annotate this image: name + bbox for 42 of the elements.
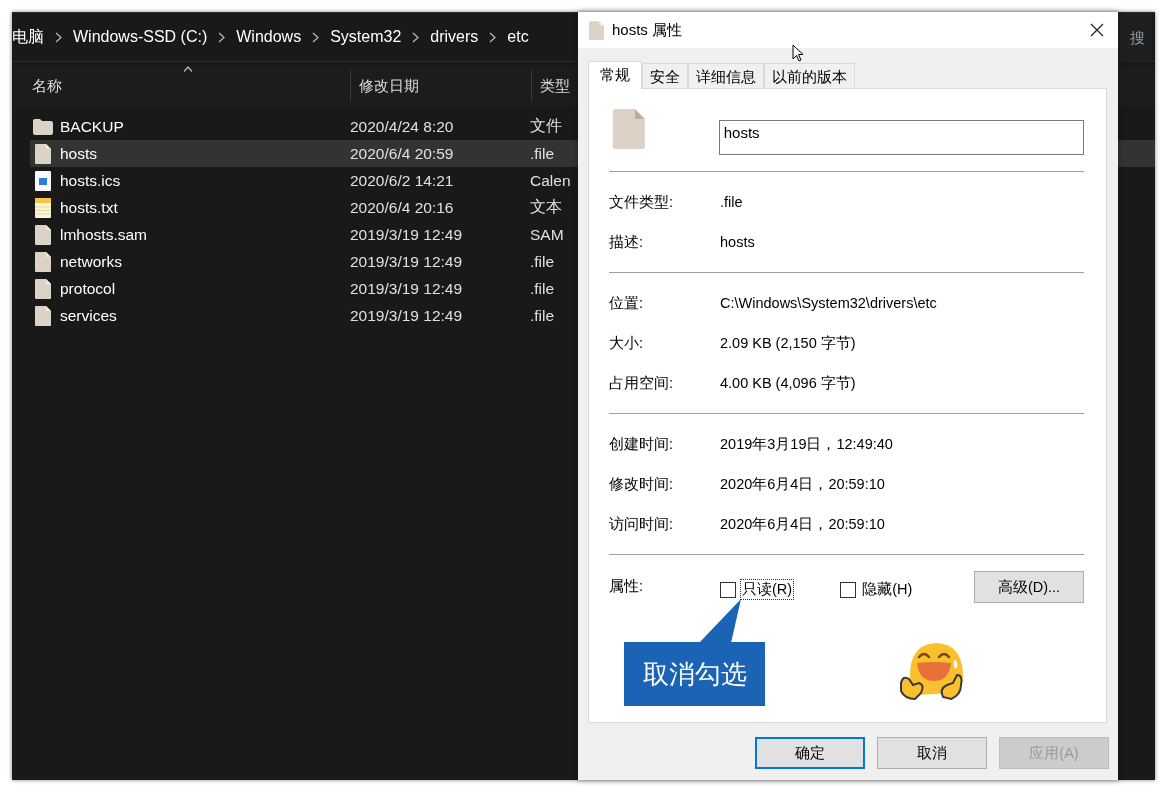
property-label: 修改时间: (609, 474, 675, 494)
property-value: C:\Windows\System32\drivers\etc (720, 295, 937, 311)
date-cell-text: 2020/6/4 20:59 (350, 144, 455, 163)
type-cell: .file (530, 252, 555, 271)
type-cell-text: 文本 (530, 197, 562, 217)
property-value: 2019年3月19日，12:49:40 (720, 434, 893, 454)
type-cell-text: 文件 (530, 116, 562, 136)
property-value: 2020年6月4日，20:59:10 (720, 514, 885, 534)
file-name: hosts.txt (60, 198, 118, 217)
type-cell: .file (530, 306, 555, 325)
date-cell-text: 2019/3/19 12:49 (350, 252, 464, 271)
file-name: lmhosts.sam (60, 225, 147, 244)
property-label: 属性: (609, 577, 645, 596)
file-name: services (60, 306, 117, 325)
property-value: hosts (720, 234, 755, 250)
property-value: 2.09 KB (2,150 字节) (720, 333, 856, 353)
file-name: protocol (60, 279, 116, 298)
property-label: 访问时间: (609, 514, 675, 534)
file-name: BACKUP (60, 117, 124, 136)
date-cell-text: 2019/3/19 12:49 (350, 279, 464, 298)
date-cell-text: 2020/6/4 20:16 (350, 198, 455, 217)
property-value: .file (720, 194, 743, 210)
type-cell: .file (530, 144, 555, 163)
file-name: hosts.ics (60, 171, 121, 190)
date-cell-text: 2019/3/19 12:49 (350, 306, 464, 325)
file-name: hosts (60, 144, 98, 163)
property-label: 占用空间: (609, 373, 675, 393)
file-name: networks (60, 252, 123, 271)
property-value: 2020年6月4日，20:59:10 (720, 474, 885, 494)
property-label: 位置: (609, 293, 645, 313)
date-cell-text: 2020/4/24 8:20 (350, 117, 455, 136)
date-cell-text: 2020/6/2 14:21 (350, 171, 455, 190)
property-label: 描述: (609, 232, 645, 252)
type-cell: SAM (530, 225, 564, 244)
property-label: 文件类型: (609, 192, 675, 212)
property-label: 创建时间: (609, 434, 675, 454)
dialog-title: hosts 属性 (612, 20, 683, 40)
property-value: 4.00 KB (4,096 字节) (720, 373, 856, 393)
date-cell-text: 2019/3/19 12:49 (350, 225, 464, 244)
property-label: 大小: (609, 333, 645, 353)
type-cell: .file (530, 279, 555, 298)
type-cell: Calen (530, 171, 571, 190)
